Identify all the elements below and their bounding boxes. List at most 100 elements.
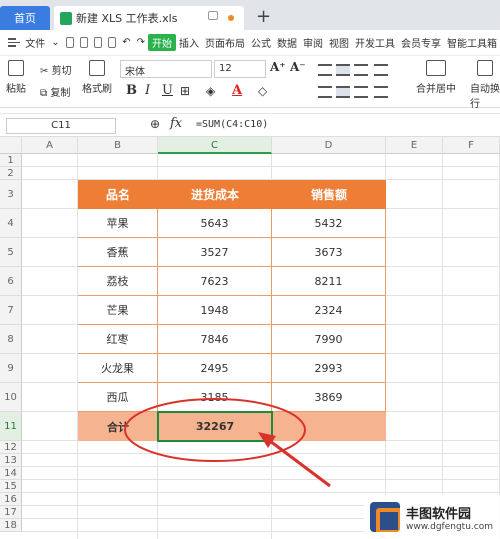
column-header-F[interactable]: F <box>443 137 500 154</box>
merge-center-button[interactable]: 合并居中 <box>416 60 456 95</box>
window-icon[interactable] <box>208 11 218 20</box>
row-header-14[interactable]: 14 <box>0 467 22 480</box>
row-header-2[interactable]: 2 <box>0 167 22 180</box>
table-cell[interactable]: 3527 <box>158 238 272 267</box>
format-painter-button[interactable]: 格式刷 <box>82 60 112 95</box>
indent-icon[interactable] <box>374 64 388 76</box>
clear-icon[interactable]: ◇ <box>258 84 267 98</box>
menu-item-developer[interactable]: 开发工具 <box>352 35 398 50</box>
font-color-button[interactable]: A <box>232 83 242 98</box>
row-header-10[interactable]: 10 <box>0 383 22 412</box>
menu-item-member[interactable]: 会员专享 <box>398 35 444 50</box>
column-header-A[interactable]: A <box>22 137 78 154</box>
font-name-select[interactable]: 宋体 <box>120 60 212 78</box>
table-cell[interactable]: 荔枝 <box>78 267 158 296</box>
table-cell[interactable]: 红枣 <box>78 325 158 354</box>
row-header-4[interactable]: 4 <box>0 209 22 238</box>
table-cell[interactable]: 苹果 <box>78 209 158 238</box>
align-middle-icon[interactable] <box>336 64 350 76</box>
menu-item-page-layout[interactable]: 页面布局 <box>202 35 248 50</box>
column-header-C[interactable]: C <box>158 137 272 154</box>
menu-item-review[interactable]: 审阅 <box>300 35 326 50</box>
table-cell[interactable]: 芒果 <box>78 296 158 325</box>
borders-icon[interactable]: ⊞ <box>180 84 190 98</box>
menu-item-data[interactable]: 数据 <box>274 35 300 50</box>
print-icon[interactable] <box>93 37 103 48</box>
table-cell[interactable]: 5643 <box>158 209 272 238</box>
active-cell-C11[interactable] <box>157 411 273 442</box>
wrap-text-button[interactable]: 自动换行 <box>470 60 500 110</box>
table-cell[interactable]: 7623 <box>158 267 272 296</box>
formula-input[interactable]: =SUM(C4:C10) <box>196 119 268 130</box>
hamburger-icon[interactable] <box>8 38 21 47</box>
preview-icon[interactable] <box>108 37 117 48</box>
table-cell[interactable]: 8211 <box>272 267 386 296</box>
table-cell[interactable]: 2495 <box>158 354 272 383</box>
table-cell[interactable]: 7990 <box>272 325 386 354</box>
table-cell[interactable]: 2993 <box>272 354 386 383</box>
redo-icon[interactable]: ↷ <box>134 37 148 48</box>
row-header-9[interactable]: 9 <box>0 354 22 383</box>
table-header-cell[interactable]: 进货成本 <box>158 180 272 209</box>
table-cell[interactable]: 火龙果 <box>78 354 158 383</box>
file-menu[interactable]: 文件 <box>22 35 48 50</box>
fx-icon[interactable]: fx <box>170 116 182 131</box>
table-header-cell[interactable]: 销售额 <box>272 180 386 209</box>
menu-item-formulas[interactable]: 公式 <box>248 35 274 50</box>
row-header-5[interactable]: 5 <box>0 238 22 267</box>
spreadsheet-grid[interactable]: ABCDEF 1 2 3 4 5 6 7 8 9 10 11 12 13 14 15 16 17 18 品名 进货成… <box>0 137 500 539</box>
justify-icon[interactable] <box>374 86 388 98</box>
home-tab[interactable]: 首页 <box>0 6 50 30</box>
align-center-icon[interactable] <box>336 86 350 98</box>
row-header-17[interactable]: 17 <box>0 506 22 519</box>
table-cell[interactable]: 3869 <box>272 383 386 412</box>
table-cell[interactable]: 香蕉 <box>78 238 158 267</box>
decrease-font-icon[interactable]: A⁻ <box>290 60 306 74</box>
menu-item-view[interactable]: 视图 <box>326 35 352 50</box>
table-cell[interactable]: 西瓜 <box>78 383 158 412</box>
new-tab-button[interactable]: + <box>256 6 271 28</box>
align-top-icon[interactable] <box>318 64 332 76</box>
table-cell[interactable]: 2324 <box>272 296 386 325</box>
row-header-6[interactable]: 6 <box>0 267 22 296</box>
bold-button[interactable]: B <box>126 83 137 98</box>
menu-item-toolbox[interactable]: 智能工具箱 <box>444 35 500 50</box>
font-size-select[interactable]: 12 <box>214 60 266 78</box>
select-all-corner[interactable] <box>0 137 22 154</box>
align-left-icon[interactable] <box>318 86 332 98</box>
row-header-12[interactable]: 12 <box>0 441 22 454</box>
paste-button[interactable]: 粘贴 <box>6 60 26 95</box>
row-header-1[interactable]: 1 <box>0 154 22 167</box>
underline-button[interactable]: U <box>162 83 173 98</box>
table-cell[interactable]: 3673 <box>272 238 386 267</box>
total-label-cell[interactable]: 合计 <box>78 412 158 441</box>
column-header-B[interactable]: B <box>78 137 158 154</box>
row-header-8[interactable]: 8 <box>0 325 22 354</box>
file-tab[interactable]: 新建 XLS 工作表.xls <box>54 6 244 30</box>
row-header-7[interactable]: 7 <box>0 296 22 325</box>
save-icon[interactable] <box>65 37 74 48</box>
table-cell[interactable]: 5432 <box>272 209 386 238</box>
row-header-15[interactable]: 15 <box>0 480 22 493</box>
table-header-cell[interactable]: 品名 <box>78 180 158 209</box>
name-box[interactable]: C11 <box>6 118 116 134</box>
cut-button[interactable]: ✂ 剪切 <box>40 62 72 77</box>
total-sales-cell[interactable] <box>272 412 386 441</box>
row-header-3[interactable]: 3 <box>0 180 22 209</box>
align-bottom-icon[interactable] <box>354 64 368 76</box>
row-header-11[interactable]: 11 <box>0 412 22 441</box>
row-header-13[interactable]: 13 <box>0 454 22 467</box>
menu-item-insert[interactable]: 插入 <box>176 35 202 50</box>
menu-item-home[interactable]: 开始 <box>148 34 176 51</box>
export-icon[interactable] <box>79 37 88 48</box>
row-header-18[interactable]: 18 <box>0 519 22 532</box>
column-header-D[interactable]: D <box>272 137 386 154</box>
zoom-icon[interactable]: ⊕ <box>150 117 160 131</box>
chevron-down-icon[interactable]: ⌄ <box>48 37 62 48</box>
undo-icon[interactable]: ↶ <box>119 37 133 48</box>
column-header-E[interactable]: E <box>386 137 443 154</box>
fill-color-icon[interactable]: ◈ <box>206 84 215 98</box>
table-cell[interactable]: 1948 <box>158 296 272 325</box>
table-cell[interactable]: 3185 <box>158 383 272 412</box>
copy-button[interactable]: ⧉ 复制 <box>40 84 70 99</box>
